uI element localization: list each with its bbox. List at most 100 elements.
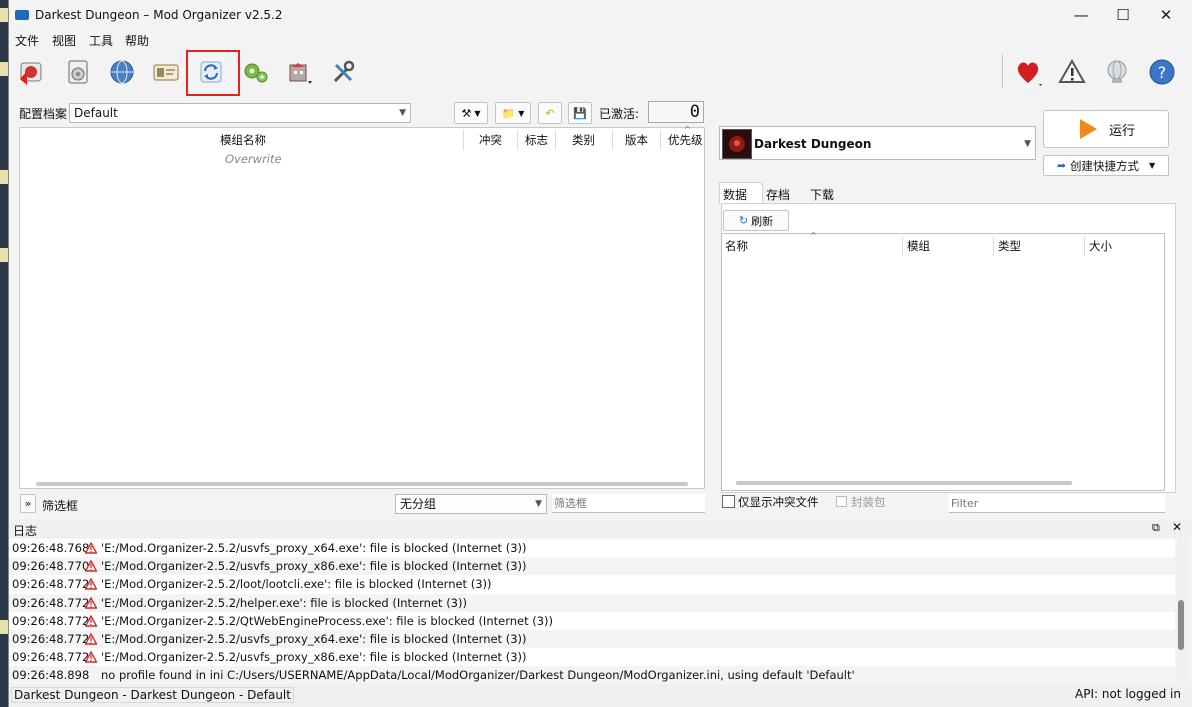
app-icon: [15, 10, 29, 20]
log-row[interactable]: 09:26:48.772 'E:/Mod.Organizer-2.5.2/loot…: [9, 575, 1175, 593]
window-title: Darkest Dungeon – Mod Organizer v2.5.2: [35, 8, 283, 22]
mod-row-overwrite[interactable]: Overwrite: [225, 152, 282, 166]
run-button[interactable]: 运行: [1043, 110, 1169, 148]
log-message: 'E:/Mod.Organizer-2.5.2/usvfs_proxy_x64.…: [101, 541, 527, 555]
archives-checkbox[interactable]: [836, 496, 847, 507]
menu-bar: 文件 视图 工具 帮助: [9, 30, 1192, 50]
data-refresh-button[interactable]: ↻ 刷新: [723, 210, 789, 231]
conflicts-only-checkbox[interactable]: [722, 495, 735, 508]
background-window-strip: [0, 0, 8, 707]
data-refresh-label: 刷新: [751, 214, 774, 228]
menu-tools[interactable]: 工具: [89, 32, 113, 49]
change-instance-icon[interactable]: [15, 54, 49, 90]
menu-help[interactable]: 帮助: [125, 32, 149, 49]
chevron-down-icon: ▼: [1024, 139, 1031, 149]
minimize-button[interactable]: —: [1059, 0, 1103, 30]
filters-toggle-button[interactable]: »: [20, 494, 36, 513]
data-filter-input[interactable]: [949, 494, 1165, 513]
close-button[interactable]: ✕: [1144, 0, 1188, 30]
tab-data[interactable]: 数据: [723, 186, 747, 203]
open-folder-button[interactable]: 📁 ▼: [495, 102, 531, 124]
shortcut-label: 创建快捷方式: [1070, 158, 1140, 173]
status-bar: Darkest Dungeon - Darkest Dungeon - Defa…: [9, 684, 1192, 707]
log-message: 'E:/Mod.Organizer-2.5.2/helper.exe': fil…: [101, 595, 467, 610]
col-mod[interactable]: 模组: [907, 238, 930, 254]
menu-file[interactable]: 文件: [15, 32, 39, 49]
endorse-icon[interactable]: [1011, 54, 1045, 90]
executables-icon[interactable]: [238, 54, 272, 90]
sort-ascending-icon: ^: [684, 125, 691, 134]
tools-icon[interactable]: [282, 54, 316, 90]
group-select[interactable]: 无分组 ▼: [395, 494, 547, 514]
col-conflicts[interactable]: 冲突: [479, 132, 502, 148]
install-mod-icon[interactable]: [61, 54, 95, 90]
col-priority[interactable]: 优先级: [668, 132, 703, 148]
status-api: API: not logged in: [1075, 687, 1181, 701]
warning-icon: [85, 596, 97, 609]
warning-icon: [85, 633, 97, 645]
tools-icon: ⚒: [461, 106, 472, 120]
profile-select[interactable]: Default ▼: [69, 103, 411, 123]
archives-label: 封装包: [851, 495, 886, 509]
log-time: 09:26:48.768: [12, 541, 90, 555]
refresh-highlight-box: [186, 50, 240, 96]
log-message: 'E:/Mod.Organizer-2.5.2/usvfs_proxy_x86.…: [101, 559, 527, 574]
tab-saves[interactable]: 存档: [766, 186, 790, 203]
profile-value: Default: [74, 106, 118, 120]
col-name[interactable]: 名称: [725, 238, 748, 254]
col-category[interactable]: 类别: [572, 132, 595, 148]
notifications-icon[interactable]: [1055, 54, 1089, 90]
mod-tools-button[interactable]: ⚒ ▼: [454, 102, 488, 124]
mod-list-hscrollbar[interactable]: [36, 482, 688, 486]
shortcut-icon: ➦: [1056, 159, 1067, 172]
undo-icon: ↶: [545, 106, 555, 120]
mod-filter-input[interactable]: [552, 494, 705, 513]
log-row[interactable]: 09:26:48.772 'E:/Mod.Organizer-2.5.2/help…: [9, 593, 1175, 612]
col-mod-name[interactable]: 模组名称: [220, 132, 266, 148]
log-row[interactable]: 09:26:48.768 'E:/Mod.Organizer-2.5.2/usvf…: [9, 539, 1175, 557]
log-row[interactable]: 09:26:48.898 no profile found in ini C:/U…: [9, 666, 1175, 683]
create-backup-button[interactable]: 💾: [568, 102, 592, 124]
log-list: 09:26:48.768 'E:/Mod.Organizer-2.5.2/usvf…: [9, 539, 1175, 683]
log-message: 'E:/Mod.Organizer-2.5.2/usvfs_proxy_x86.…: [101, 650, 527, 665]
float-icon[interactable]: ⧉: [1152, 521, 1160, 535]
log-row[interactable]: 09:26:48.772 'E:/Mod.Organizer-2.5.2/usvf…: [9, 648, 1175, 666]
col-version[interactable]: 版本: [625, 132, 648, 148]
restore-backup-button[interactable]: ↶: [538, 102, 562, 124]
play-icon: [1079, 119, 1097, 139]
update-icon[interactable]: [1100, 54, 1134, 90]
menu-view[interactable]: 视图: [52, 32, 76, 49]
data-file-tree: 名称 ^ 模组 类型 大小: [721, 231, 1165, 491]
chevron-down-icon: ▼: [1149, 161, 1156, 170]
executable-name: Darkest Dungeon: [754, 137, 872, 151]
log-vscrollbar-thumb[interactable]: [1178, 600, 1184, 650]
col-type[interactable]: 类型: [998, 238, 1021, 254]
log-message: 'E:/Mod.Organizer-2.5.2/QtWebEngineProce…: [101, 613, 554, 628]
warning-icon: [85, 560, 97, 572]
group-value: 无分组: [400, 497, 437, 511]
tab-downloads[interactable]: 下载: [810, 186, 834, 203]
chevron-down-icon: ▼: [535, 499, 542, 509]
log-row[interactable]: 09:26:48.770 'E:/Mod.Organizer-2.5.2/usvf…: [9, 557, 1175, 576]
title-bar: Darkest Dungeon – Mod Organizer v2.5.2 —…: [9, 0, 1192, 30]
col-size[interactable]: 大小: [1089, 238, 1112, 254]
col-flags[interactable]: 标志: [525, 132, 548, 148]
log-time: 09:26:48.772: [12, 650, 90, 665]
run-label: 运行: [1108, 123, 1135, 139]
executable-select[interactable]: Darkest Dungeon ▼: [719, 126, 1036, 160]
close-icon[interactable]: ✕: [1172, 520, 1182, 534]
settings-icon[interactable]: [327, 54, 361, 90]
log-row[interactable]: 09:26:48.772 'E:/Mod.Organizer-2.5.2/usvf…: [9, 630, 1175, 648]
log-title: 日志: [13, 524, 38, 538]
warning-icon: [85, 651, 97, 663]
create-shortcut-button[interactable]: ➦ 创建快捷方式 ▼: [1043, 155, 1169, 176]
folder-icon: 📁: [501, 106, 516, 120]
log-row[interactable]: 09:26:48.772 'E:/Mod.Organizer-2.5.2/QtWe…: [9, 612, 1175, 630]
log-time: 09:26:48.772: [12, 595, 90, 610]
data-hscrollbar[interactable]: [736, 481, 1072, 485]
profiles-icon[interactable]: [149, 54, 183, 90]
nexus-icon[interactable]: [105, 54, 139, 90]
status-profile: Darkest Dungeon - Darkest Dungeon - Defa…: [11, 687, 294, 703]
help-icon[interactable]: ?: [1145, 54, 1179, 90]
maximize-button[interactable]: ☐: [1101, 0, 1145, 30]
